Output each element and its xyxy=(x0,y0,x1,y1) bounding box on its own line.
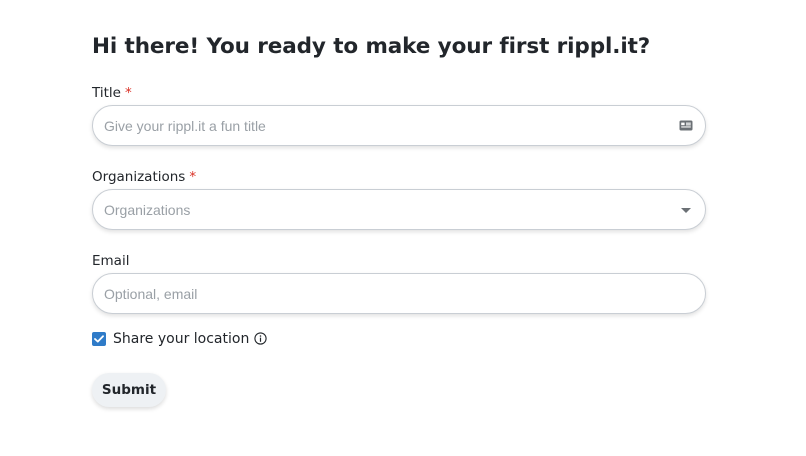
title-input[interactable] xyxy=(93,106,678,145)
title-field[interactable] xyxy=(92,105,706,146)
email-label-text: Email xyxy=(92,253,130,269)
email-input[interactable] xyxy=(93,274,705,313)
share-location-checkbox[interactable] xyxy=(92,331,106,346)
organizations-select-value: Organizations xyxy=(104,201,191,218)
submit-button[interactable]: Submit xyxy=(92,373,166,407)
page-title: Hi there! You ready to make your first r… xyxy=(92,34,651,59)
email-label: Email xyxy=(92,253,129,269)
organizations-label-text: Organizations xyxy=(92,169,186,185)
id-card-icon xyxy=(678,118,694,134)
share-location-label[interactable]: Share your location xyxy=(113,331,249,347)
chevron-down-icon[interactable] xyxy=(681,208,691,213)
checkmark-icon xyxy=(94,334,104,342)
info-icon[interactable] xyxy=(254,332,267,345)
organizations-label: Organizations * xyxy=(92,169,196,185)
required-marker: * xyxy=(189,169,197,185)
title-label-text: Title xyxy=(92,85,121,101)
share-location-row: Share your location xyxy=(92,330,267,347)
title-label: Title * xyxy=(92,85,132,101)
required-marker: * xyxy=(124,85,132,101)
email-field[interactable] xyxy=(92,273,706,314)
organizations-select[interactable]: Organizations xyxy=(92,189,706,230)
create-rippl-form: Hi there! You ready to make your first r… xyxy=(0,0,806,456)
